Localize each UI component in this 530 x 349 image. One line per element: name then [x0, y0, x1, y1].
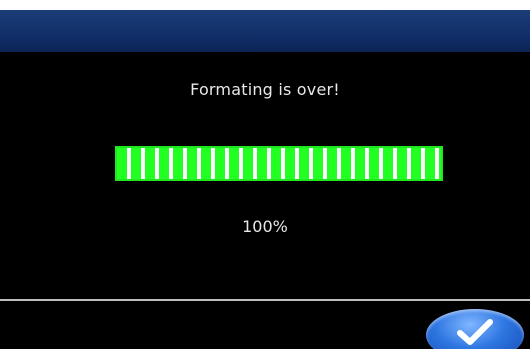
- progress-percent: 100%: [242, 217, 288, 236]
- progress-bar: [115, 146, 443, 181]
- checkmark-icon: [457, 319, 493, 345]
- status-message: Formating is over!: [190, 80, 340, 99]
- progress-bar-fill: [117, 148, 441, 179]
- confirm-button[interactable]: [426, 309, 524, 349]
- top-frame: [0, 0, 530, 10]
- footer-divider: [0, 299, 530, 301]
- title-bar: [0, 10, 530, 52]
- format-complete-dialog: Formating is over! 100%: [0, 0, 530, 349]
